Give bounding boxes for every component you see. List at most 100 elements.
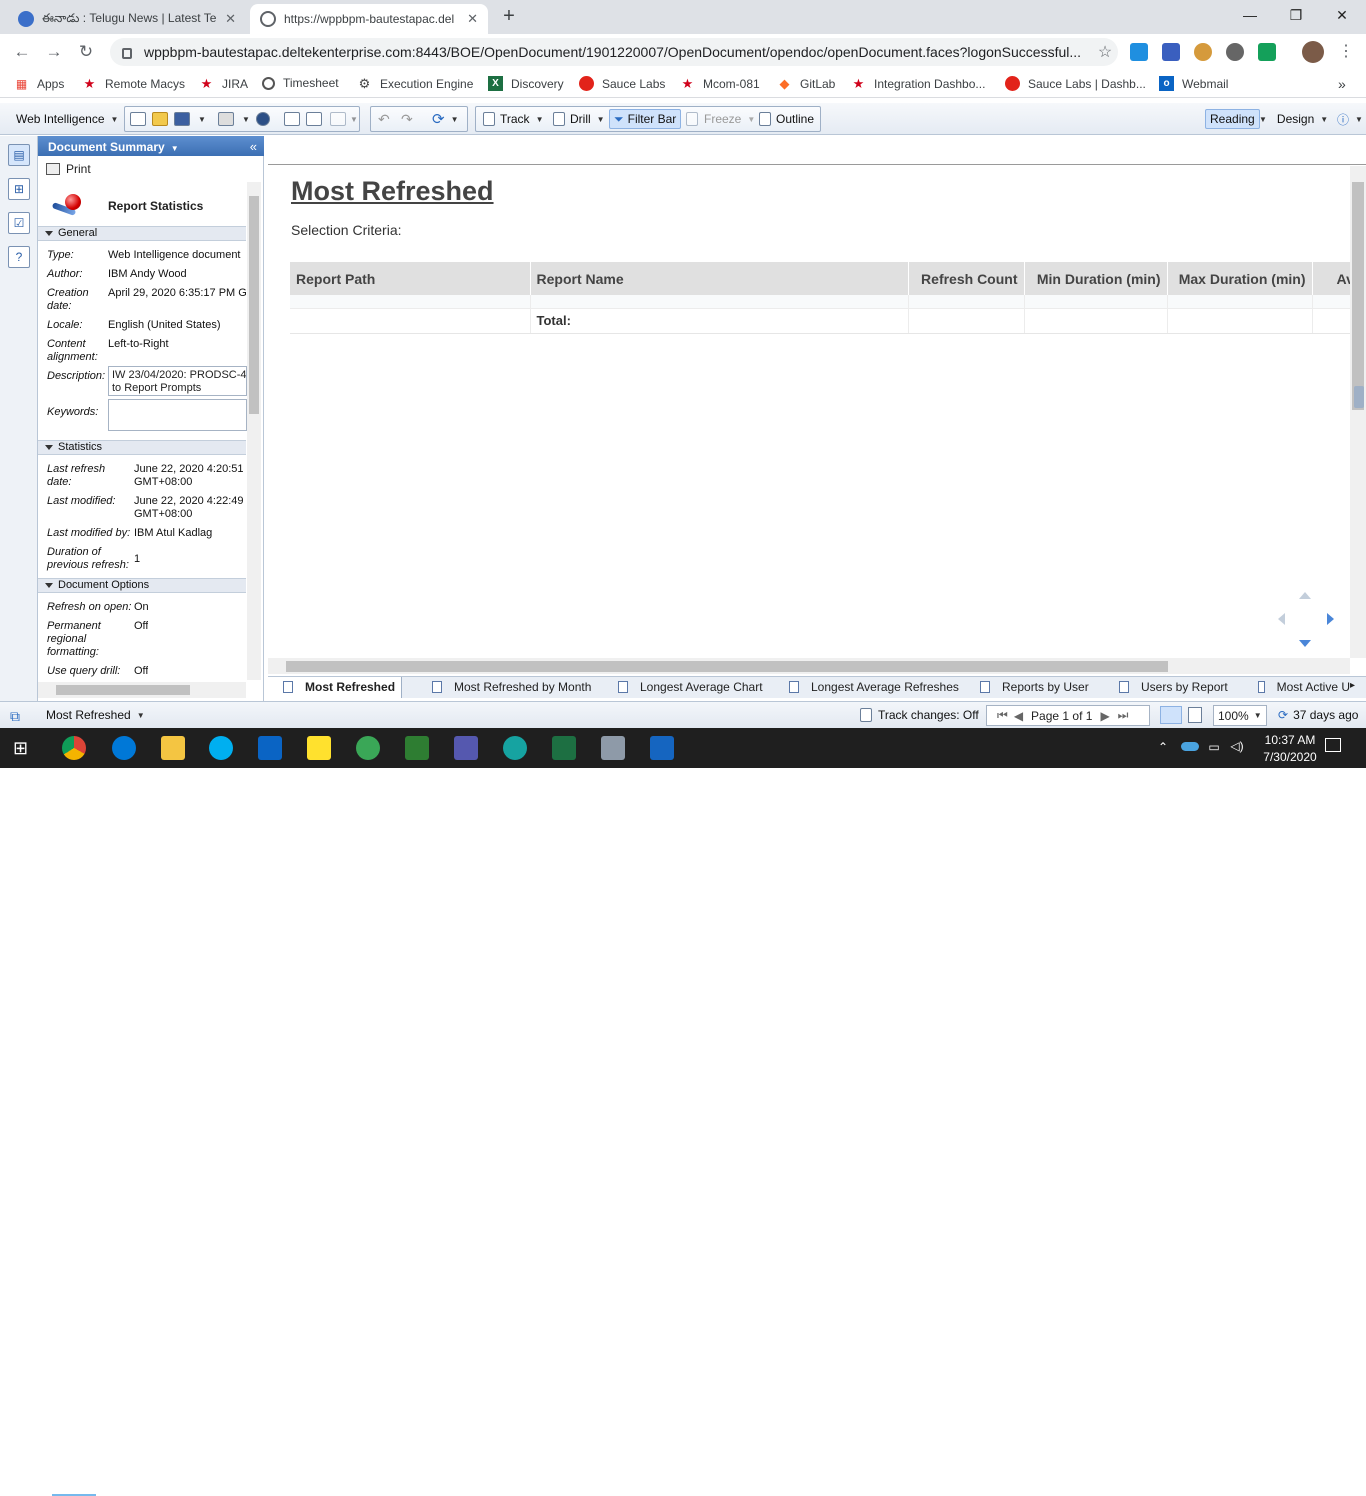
bookmark-webmail[interactable]: o Webmail xyxy=(1159,76,1228,91)
design-mode-button[interactable]: ▼ Design ▼ xyxy=(1259,109,1328,129)
reading-mode-button[interactable]: Reading xyxy=(1205,109,1260,129)
profile-avatar[interactable] xyxy=(1302,41,1324,63)
bookmark-discovery[interactable]: X Discovery xyxy=(488,76,564,91)
outlook-taskbar-icon[interactable] xyxy=(258,736,282,760)
bookmark-apps[interactable]: ▦ Apps xyxy=(14,76,65,91)
refresh-button[interactable]: ⟳ ▼ xyxy=(432,109,459,129)
teams-taskbar-icon[interactable] xyxy=(454,736,478,760)
history-button[interactable] xyxy=(284,109,300,129)
collapse-panel-icon[interactable]: « xyxy=(250,139,257,154)
bookmark-star-icon[interactable]: ☆ xyxy=(1092,42,1118,62)
freeze-button[interactable]: Freeze ▼ xyxy=(686,109,755,129)
chevron-up-icon[interactable]: ⌃ xyxy=(1156,740,1170,754)
save-button[interactable]: ▼ xyxy=(174,109,206,129)
browser-tab-active[interactable]: https://wppbpm-bautestapac.del ✕ xyxy=(250,4,488,34)
page-right-arrow-icon[interactable] xyxy=(1327,613,1334,625)
skype-taskbar-icon[interactable] xyxy=(209,736,233,760)
new-tab-button[interactable]: + xyxy=(498,6,520,28)
bookmark-jira[interactable]: ★ JIRA xyxy=(199,76,248,91)
table-cell[interactable] xyxy=(908,308,1025,334)
input-controls-icon[interactable]: ☑ xyxy=(8,212,30,234)
page-mode-icon[interactable] xyxy=(1188,707,1202,723)
page-indicator[interactable]: Page 1 of 1 xyxy=(1031,709,1092,723)
track-changes-status[interactable]: Track changes: Off xyxy=(860,708,979,722)
previous-page-icon[interactable]: ◀ xyxy=(1014,709,1023,723)
open-button[interactable] xyxy=(152,109,168,129)
tabs-scroll-right-icon[interactable]: ▸ xyxy=(1350,680,1355,691)
windows-start-icon[interactable]: ⊞ xyxy=(13,736,37,760)
panel-header[interactable]: Document Summary ▼ xyxy=(38,136,264,156)
total-label[interactable]: Total: xyxy=(530,308,909,334)
keywords-field[interactable] xyxy=(108,399,247,431)
clock[interactable]: 10:37 AM 7/30/2020 xyxy=(1252,733,1328,764)
first-page-icon[interactable]: ⏮ xyxy=(997,708,1008,723)
bluetooth-extension-icon[interactable] xyxy=(1162,43,1180,61)
column-header-report-path[interactable]: Report Path xyxy=(290,262,531,295)
volume-icon[interactable]: ◁) xyxy=(1229,739,1245,753)
remote-desktop-taskbar-icon[interactable] xyxy=(601,736,625,760)
report-vertical-scroll-thumb[interactable] xyxy=(1352,182,1364,410)
bookmark-integration-dashboard[interactable]: ★ Integration Dashbo... xyxy=(851,76,986,91)
undo-icon[interactable]: ↶ xyxy=(378,109,390,129)
bookmark-gitlab[interactable]: ◆ GitLab xyxy=(777,76,836,91)
table-cell[interactable] xyxy=(1167,295,1313,309)
windows-extension-icon[interactable] xyxy=(1130,43,1148,61)
maximize-icon[interactable]: ❐ xyxy=(1276,4,1316,28)
table-cell[interactable] xyxy=(290,295,531,309)
filter-bar-button[interactable]: ⏷ Filter Bar xyxy=(609,109,682,129)
table-cell[interactable] xyxy=(1024,308,1168,334)
send-button[interactable]: ▼ xyxy=(330,109,358,129)
circle-extension-icon[interactable] xyxy=(1226,43,1244,61)
report-horizontal-scroll-thumb[interactable] xyxy=(286,661,1168,672)
address-bar[interactable]: wppbpm-bautestapac.deltekenterprise.com:… xyxy=(110,38,1118,66)
onedrive-icon[interactable] xyxy=(1181,742,1199,751)
project-taskbar-icon[interactable] xyxy=(405,736,429,760)
print-button[interactable]: ▼ xyxy=(218,109,250,129)
table-cell[interactable] xyxy=(1312,295,1355,309)
panel-vertical-scroll-thumb[interactable] xyxy=(249,196,259,414)
track-button[interactable]: Track ▼ xyxy=(483,109,543,129)
report-tab-longest-average-chart[interactable]: Longest Average Chart xyxy=(618,680,763,694)
bookmark-execution-engine[interactable]: ⚙ Execution Engine xyxy=(357,76,474,91)
column-header-max-duration[interactable]: Max Duration (min) xyxy=(1167,262,1313,295)
bookmark-mcom-081[interactable]: ★ Mcom-081 xyxy=(680,76,760,91)
report-tab-most-refreshed-by-month[interactable]: Most Refreshed by Month xyxy=(432,680,591,694)
bookmark-sauce-labs-dashboard[interactable]: Sauce Labs | Dashb... xyxy=(1005,76,1146,91)
navigation-map-icon[interactable]: ⊞ xyxy=(8,178,30,200)
page-down-arrow-icon[interactable] xyxy=(1299,640,1311,647)
bookmark-timesheet[interactable]: Timesheet xyxy=(262,76,339,90)
excel-taskbar-icon[interactable] xyxy=(552,736,576,760)
url-text[interactable]: wppbpm-bautestapac.deltekenterprise.com:… xyxy=(144,44,1092,60)
file-explorer-taskbar-icon[interactable] xyxy=(161,736,185,760)
redo-icon[interactable]: ↷ xyxy=(401,109,413,129)
section-statistics[interactable]: Statistics xyxy=(38,440,246,455)
zoom-select[interactable]: 100% ▼ xyxy=(1213,705,1267,726)
close-tab-icon[interactable]: ✕ xyxy=(225,11,236,27)
menu-kebab-icon[interactable]: ⋮ xyxy=(1336,42,1356,62)
print-summary-button[interactable]: Print xyxy=(46,162,91,176)
help-panel-icon[interactable]: ? xyxy=(8,246,30,268)
table-cell[interactable] xyxy=(1024,295,1168,309)
table-cell[interactable] xyxy=(1167,308,1313,334)
bookmark-remote-macys[interactable]: ★ Remote Macys xyxy=(82,76,185,91)
next-page-icon[interactable]: ▶ xyxy=(1100,709,1109,723)
column-header-min-duration[interactable]: Min Duration (min) xyxy=(1024,262,1168,295)
report-tab-users-by-report[interactable]: Users by Report xyxy=(1119,680,1228,694)
help-button[interactable]: ⓘ ▼ xyxy=(1337,109,1363,129)
close-window-icon[interactable]: ✕ xyxy=(1322,4,1362,28)
drill-button[interactable]: Drill ▼ xyxy=(553,109,605,129)
table-cell[interactable] xyxy=(908,295,1025,309)
network-icon[interactable]: ▭ xyxy=(1206,740,1222,754)
report-tab-most-active-users[interactable]: Most Active U xyxy=(1258,680,1350,694)
section-document-options[interactable]: Document Options xyxy=(38,578,246,593)
edge-taskbar-icon[interactable] xyxy=(112,736,136,760)
app-taskbar-icon[interactable] xyxy=(503,736,527,760)
bookmark-sauce-labs[interactable]: Sauce Labs xyxy=(579,76,665,91)
chrome-taskbar-icon[interactable] xyxy=(62,736,86,760)
report-tab-most-refreshed[interactable]: Most Refreshed xyxy=(283,680,395,694)
panel-horizontal-scroll-thumb[interactable] xyxy=(56,685,190,695)
page-up-arrow-icon[interactable] xyxy=(1299,592,1311,599)
document-summary-icon[interactable]: ▤ xyxy=(8,144,30,166)
table-cell[interactable] xyxy=(290,308,531,334)
report-tab-reports-by-user[interactable]: Reports by User xyxy=(980,680,1089,694)
